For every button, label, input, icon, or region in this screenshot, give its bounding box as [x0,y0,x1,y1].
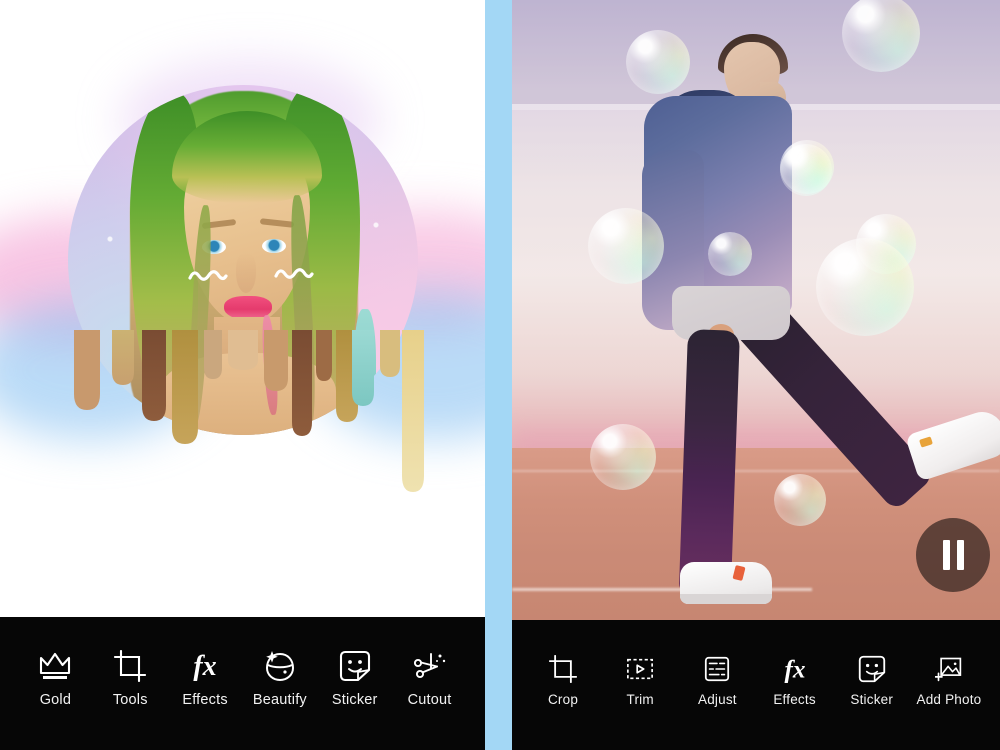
right-toolbar: Crop Trim Adjust fx Effects Sticker Add … [512,620,1000,750]
bubble [774,474,826,526]
sticker-smiley-icon [858,654,886,684]
eye-right [262,239,286,253]
tool-label: Cutout [407,692,452,708]
svg-text:fx: fx [784,656,805,683]
scissors-sparkle-icon [413,649,447,683]
tool-label: Sticker [850,692,894,707]
svg-text:fx: fx [193,651,216,682]
pause-button[interactable] [916,518,990,592]
left-editor-panel: Gold Tools fx Effects Beautify Sticker C… [0,0,485,750]
fx-icon: fx [185,649,225,683]
tool-effects[interactable]: fx Effects [168,649,243,708]
bubble [590,424,656,490]
crop-icon [549,654,577,684]
screenshot-root: Gold Tools fx Effects Beautify Sticker C… [0,0,1000,750]
cheek-squiggle-right-icon [274,268,314,279]
tool-label: Add Photo [916,692,982,707]
tool-crop[interactable]: Crop [526,654,600,707]
right-editor-panel: Crop Trim Adjust fx Effects Sticker Add … [512,0,1000,750]
tool-trim[interactable]: Trim [603,654,677,707]
crop-tools-icon [114,649,147,683]
leg-back [678,329,740,597]
tool-cutout[interactable]: Cutout [392,649,467,708]
tool-label: Trim [626,692,654,707]
left-toolbar: Gold Tools fx Effects Beautify Sticker C… [0,617,485,750]
bubble [588,208,664,284]
tool-tools[interactable]: Tools [93,649,168,708]
tool-gold[interactable]: Gold [18,649,93,708]
add-photo-icon [934,654,963,684]
tool-sticker[interactable]: Sticker [317,649,392,708]
tool-beautify[interactable]: Beautify [242,649,317,708]
bubble [626,30,690,94]
shoe-kicking [904,406,1000,482]
tool-label: Sticker [331,692,378,708]
tool-add-photo[interactable]: Add Photo [912,654,986,707]
crown-icon [38,649,72,683]
tool-adjust[interactable]: Adjust [680,654,754,707]
bubble-video-canvas[interactable] [512,0,1000,620]
paint-drip-overlay [74,330,424,492]
fx-icon: fx [776,654,814,684]
film-trim-icon [626,654,654,684]
bubble [816,238,914,336]
nose [236,253,256,293]
tool-label: Effects [182,692,228,708]
tool-sticker[interactable]: Sticker [835,654,909,707]
tool-label: Tools [112,692,148,708]
bubble [708,232,752,276]
sticker-smiley-icon [339,649,371,683]
sliders-panel-icon [703,654,731,684]
pause-icon [942,540,950,570]
tool-label: Gold [39,692,72,708]
tool-label: Beautify [252,692,307,708]
tool-effects[interactable]: fx Effects [758,654,832,707]
bubble [780,144,832,196]
shoe-sole [680,594,772,604]
pause-icon [956,540,964,570]
face-sparkle-icon [263,649,297,683]
tool-label: Crop [547,692,579,707]
tool-label: Adjust [698,692,737,707]
cheek-squiggle-left-icon [188,270,228,281]
portrait-artwork-canvas[interactable] [0,0,485,617]
tool-label: Effects [773,692,816,707]
panel-divider [485,0,512,750]
